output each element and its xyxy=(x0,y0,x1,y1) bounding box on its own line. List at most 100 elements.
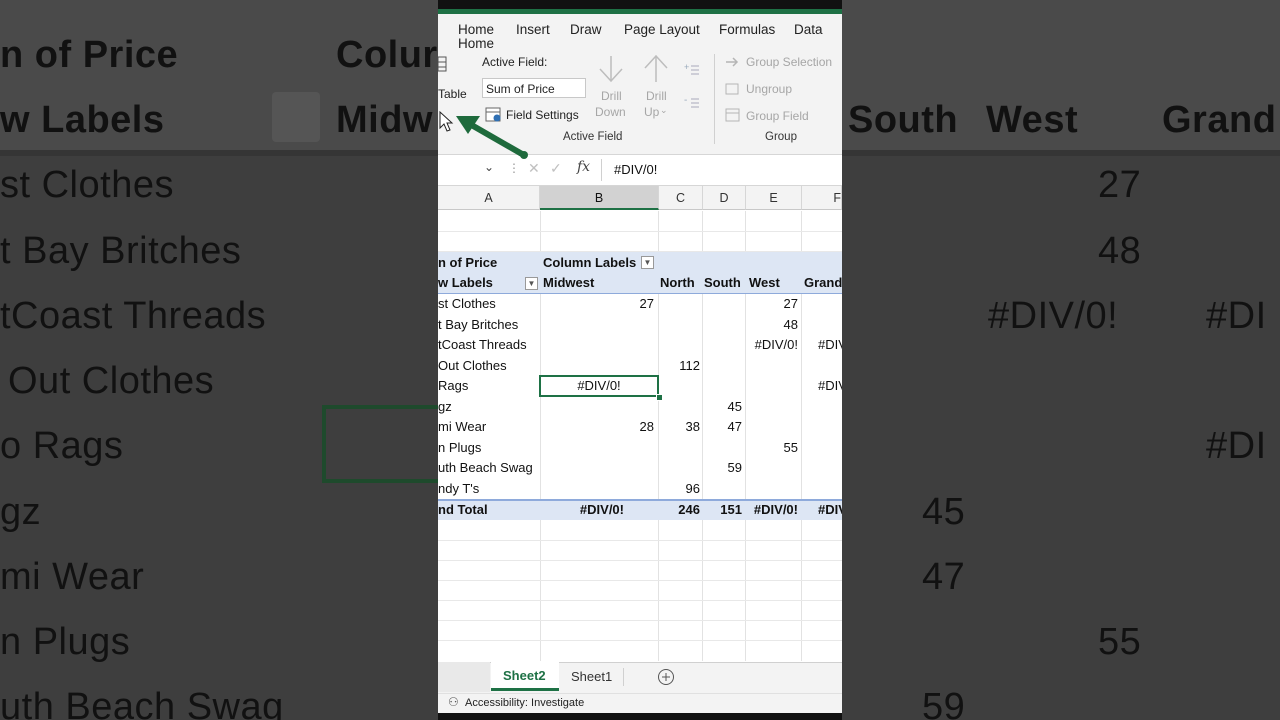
ungroup-button[interactable]: Ungroup xyxy=(746,82,792,96)
column-header-f-label: F xyxy=(833,191,841,205)
drill-up-chevron-icon: ⌄ xyxy=(660,105,668,115)
ungroup-icon[interactable] xyxy=(725,82,741,96)
bg-dropdown xyxy=(272,92,320,142)
bg-text: West xyxy=(986,99,1079,141)
pivot-west-value: 48 xyxy=(783,317,798,332)
row-labels-filter-button[interactable]: ▼ xyxy=(525,277,538,290)
group-selection-button[interactable]: Group Selection xyxy=(746,55,832,69)
pivot-west-value: #DIV/0! xyxy=(754,337,798,352)
grand-total-label: nd Total xyxy=(438,502,488,517)
bg-text: o Rags xyxy=(0,425,124,467)
grid-line xyxy=(438,231,842,232)
pivot-south-value: 47 xyxy=(727,419,742,434)
tab-home[interactable]: Home xyxy=(458,36,494,51)
bg-text: #DI xyxy=(1206,295,1267,337)
drill-up-label-2: Up xyxy=(644,105,660,119)
tab-formulas[interactable]: Formulas xyxy=(719,22,775,37)
active-field-label: Active Field: xyxy=(482,55,548,69)
pivot-row-label: Rags xyxy=(438,378,469,393)
pivot-south-value: 45 xyxy=(727,399,742,414)
tab-data[interactable]: Data xyxy=(794,22,823,37)
group-group-label: Group xyxy=(765,131,797,143)
bg-selected-cell xyxy=(322,405,448,483)
active-field-input[interactable]: Sum of Price xyxy=(482,78,586,98)
pivot-west-value: 27 xyxy=(783,296,798,311)
column-labels-filter-button[interactable]: ▼ xyxy=(641,256,654,269)
pivot-north-value: 38 xyxy=(685,419,700,434)
bg-text: uth Beach Swag xyxy=(0,686,284,720)
grand-total-grand: #DIV xyxy=(818,502,842,517)
bg-text: Out Clothes xyxy=(8,360,215,402)
drill-down-label-1: Drill xyxy=(601,89,622,103)
group-field-button[interactable]: Group Field xyxy=(746,109,809,123)
sheet-nav-area[interactable] xyxy=(438,662,490,692)
excel-window: Home Home Insert Draw Page Layout Formul… xyxy=(438,0,842,720)
pivot-midwest-value: 27 xyxy=(639,296,654,311)
grid-line xyxy=(438,640,842,641)
pivot-table-label[interactable]: Table xyxy=(438,87,467,101)
grid-line xyxy=(438,620,842,621)
bg-text: tCoast Threads xyxy=(0,295,267,337)
sheet-tab-sheet2[interactable]: Sheet2 xyxy=(491,662,559,691)
pivot-header-midwest: Midwest xyxy=(543,275,595,290)
pivot-table-icon[interactable] xyxy=(438,56,448,74)
drill-down-icon[interactable] xyxy=(596,54,626,84)
expand-field-icon[interactable]: + xyxy=(684,62,700,76)
accessibility-status[interactable]: Accessibility: Investigate xyxy=(465,697,584,709)
tab-insert[interactable]: Insert xyxy=(516,22,550,37)
pivot-row-label: n Plugs xyxy=(438,440,482,455)
group-field-icon[interactable] xyxy=(725,108,741,122)
pivot-header-south: South xyxy=(704,275,741,290)
bg-text: gz xyxy=(0,491,42,533)
drill-up-icon[interactable] xyxy=(641,54,671,84)
fill-handle[interactable] xyxy=(656,394,663,401)
formula-input[interactable]: #DIV/0! xyxy=(614,162,657,177)
column-header-f[interactable]: F xyxy=(802,186,842,210)
enter-icon[interactable]: ✓ xyxy=(550,160,562,177)
tab-home-label[interactable]: Home xyxy=(458,22,494,37)
pivot-row-label: gz xyxy=(438,399,452,414)
pivot-north-value: 112 xyxy=(679,358,700,373)
column-header-a[interactable]: A xyxy=(438,186,540,210)
sheet-tab-sheet2-label: Sheet2 xyxy=(503,668,546,683)
column-header-b[interactable]: B xyxy=(540,186,659,210)
bg-text: mi Wear xyxy=(0,556,145,598)
bg-text: 59 xyxy=(922,686,966,720)
sheet-tab-sheet1[interactable]: Sheet1 xyxy=(571,669,612,684)
ribbon-separator xyxy=(714,54,715,144)
pivot-header-band xyxy=(438,252,842,294)
tab-draw[interactable]: Draw xyxy=(570,22,602,37)
collapse-field-icon[interactable]: - xyxy=(684,95,700,109)
tab-page-layout[interactable]: Page Layout xyxy=(624,22,700,37)
column-header-e[interactable]: E xyxy=(746,186,802,210)
pivot-row-label: mi Wear xyxy=(438,419,487,434)
pivot-column-labels: Column Labels xyxy=(543,255,637,270)
pivot-grand-value: #DIV xyxy=(818,337,842,352)
insert-function-button[interactable]: fx xyxy=(577,159,590,175)
accessibility-icon[interactable]: ⚇ xyxy=(448,695,459,709)
column-header-d[interactable]: D xyxy=(703,186,746,210)
pivot-sum-label: n of Price xyxy=(438,255,498,270)
bg-text: n Plugs xyxy=(0,621,131,663)
pivot-row-label: st Clothes xyxy=(438,296,496,311)
pivot-header-west: West xyxy=(749,275,780,290)
svg-text:+: + xyxy=(684,62,689,72)
grand-total-west: #DIV/0! xyxy=(753,502,798,517)
pivot-row-label: tCoast Threads xyxy=(438,337,527,352)
pivot-south-value: 59 xyxy=(727,460,742,475)
drill-down-label-2: Down xyxy=(595,105,626,119)
pivot-midwest-value: #DIV/0! xyxy=(577,378,621,393)
group-selection-icon[interactable] xyxy=(725,55,741,69)
pivot-midwest-value: 28 xyxy=(639,419,654,434)
pivot-row-label: ndy T's xyxy=(438,481,480,496)
active-field-group-label: Active Field xyxy=(563,131,623,143)
bg-text: #DI xyxy=(1206,425,1267,467)
add-sheet-icon[interactable] xyxy=(657,668,675,686)
formula-separator xyxy=(601,159,602,181)
grid-line xyxy=(438,580,842,581)
grand-total-midwest: #DIV/0! xyxy=(579,502,624,517)
pivot-row-label: uth Beach Swag xyxy=(438,460,533,475)
bg-text: South xyxy=(848,99,959,141)
pivot-west-value: 55 xyxy=(783,440,798,455)
column-header-c[interactable]: C xyxy=(659,186,703,210)
